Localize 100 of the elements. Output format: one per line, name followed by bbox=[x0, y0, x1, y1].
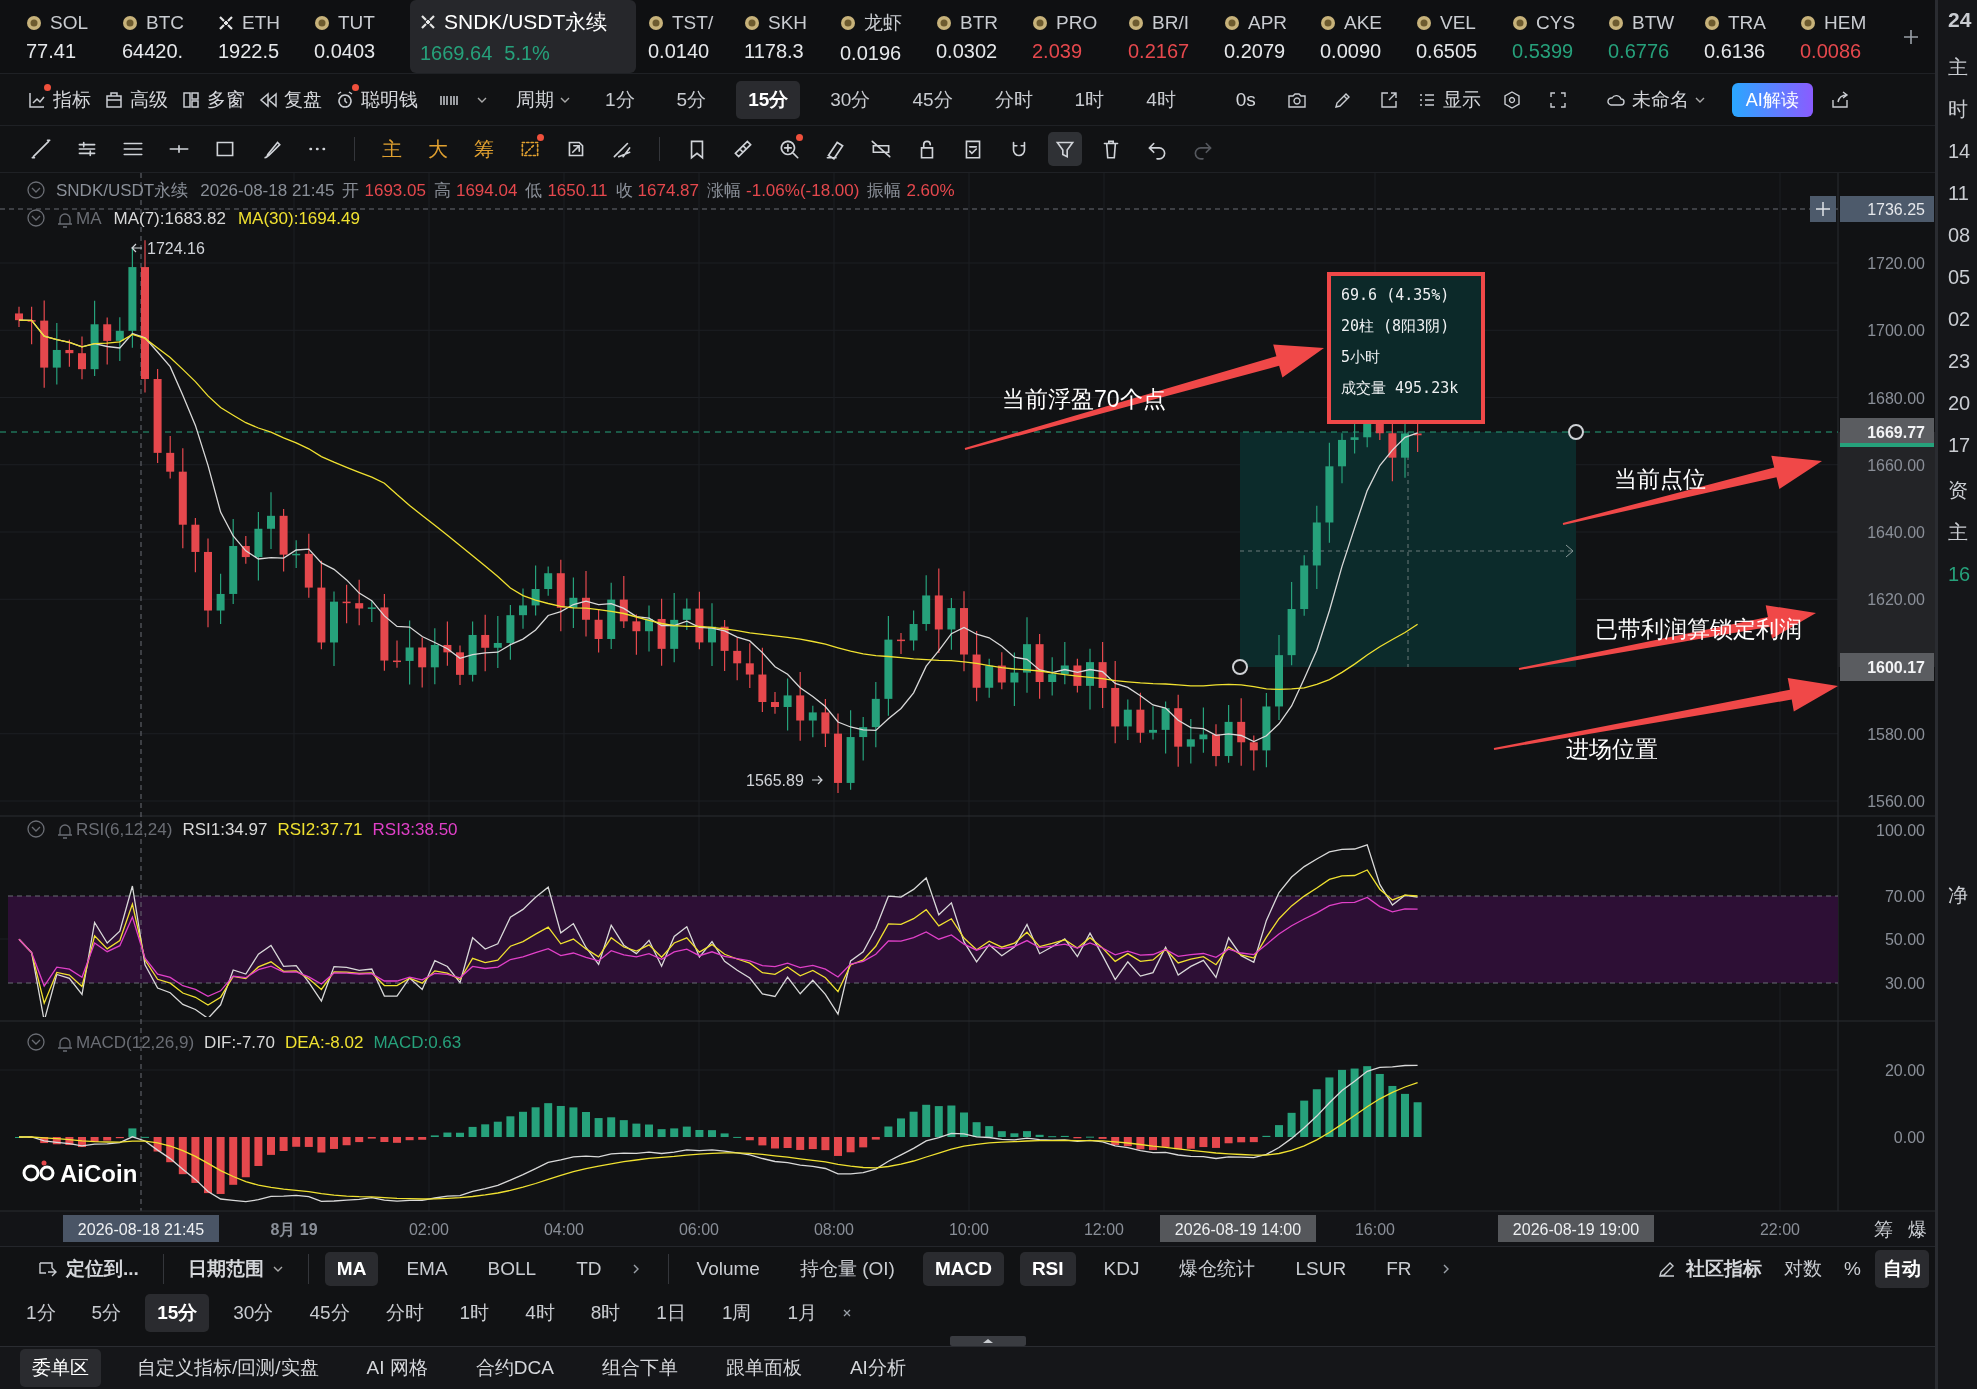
ticker-item[interactable]: HEM 0.0086 bbox=[1800, 10, 1896, 63]
scale-option[interactable]: 自动 bbox=[1875, 1249, 1929, 1288]
indicator-tab[interactable]: Volume bbox=[684, 1251, 772, 1286]
indicator-tab[interactable]: 爆仓统计 bbox=[1167, 1249, 1268, 1288]
toolbar-button[interactable]: 复盘 bbox=[257, 86, 322, 113]
indicator-tab[interactable]: MACD bbox=[922, 1251, 1004, 1286]
scale-option[interactable]: % bbox=[1836, 1251, 1869, 1286]
ticker-price: 1669.64 bbox=[420, 42, 493, 65]
indicator-tab[interactable]: FR bbox=[1374, 1251, 1424, 1286]
toolbar-button[interactable]: 多窗 bbox=[180, 86, 245, 113]
ticker-name: BTW bbox=[1632, 12, 1675, 34]
period-tab[interactable]: 1月 bbox=[775, 1294, 830, 1333]
ticker-price: 0.6776 bbox=[1608, 40, 1670, 63]
period-tab[interactable]: 4时 bbox=[513, 1294, 567, 1333]
ticker-item[interactable]: APR 0.2079 bbox=[1224, 10, 1320, 63]
locate-button[interactable]: 定位到... bbox=[28, 1255, 147, 1282]
period-tab[interactable]: 1时 bbox=[1062, 80, 1117, 119]
ticker-item[interactable]: TUT 0.0403 bbox=[314, 10, 410, 63]
indicator-tool[interactable]: 大 bbox=[421, 132, 455, 167]
ticker-item[interactable]: TST/ 0.0140 bbox=[648, 10, 744, 63]
period-tab[interactable]: 1日 bbox=[644, 1294, 698, 1333]
period-tab[interactable]: 分时 bbox=[373, 1294, 436, 1333]
period-tab[interactable]: 45分 bbox=[900, 80, 965, 119]
period-tab[interactable]: 1分 bbox=[14, 1294, 68, 1333]
period-tab[interactable]: 5分 bbox=[664, 80, 719, 119]
period-tab[interactable]: 15分 bbox=[145, 1294, 210, 1333]
panel-tab[interactable]: 自定义指标/回测/实盘 bbox=[125, 1348, 331, 1387]
ticker-item[interactable]: VEL 0.6505 bbox=[1416, 10, 1512, 63]
price-label: 1736.25 bbox=[1840, 195, 1934, 222]
ticker-item[interactable]: SOL 77.41 bbox=[26, 10, 122, 63]
side-panel-text: 02 bbox=[1948, 307, 1972, 332]
ticker-price: 0.0403 bbox=[314, 40, 376, 63]
ticker-change: 5.1% bbox=[504, 42, 550, 65]
period-tab[interactable]: 30分 bbox=[818, 80, 883, 119]
period-tab[interactable]: 1分 bbox=[593, 80, 647, 119]
ticker-name: HEM bbox=[1824, 12, 1867, 34]
price-tick: 1720.00 bbox=[1867, 254, 1925, 272]
indicator-tab[interactable]: RSI bbox=[1019, 1251, 1076, 1286]
panel-tab[interactable]: AI 网格 bbox=[354, 1348, 440, 1387]
panel-tab[interactable]: 委单区 bbox=[20, 1348, 101, 1387]
ticker-item[interactable]: AKE 0.0090 bbox=[1320, 10, 1416, 63]
ticker-item[interactable]: SNDK/USDT永续 1669.64 5.1% bbox=[410, 0, 636, 73]
indicator-tab[interactable]: LSUR bbox=[1283, 1251, 1359, 1286]
rsi-tick: 100.00 bbox=[1876, 821, 1925, 839]
period-tab[interactable]: 1周 bbox=[709, 1294, 764, 1333]
display-button[interactable]: 显示 bbox=[1415, 86, 1481, 113]
time-tick: 08:00 bbox=[814, 1220, 854, 1238]
side-panel-text: 资 bbox=[1948, 478, 1969, 503]
ticker-name: BR/I bbox=[1152, 12, 1189, 34]
indicator-tab[interactable]: TD bbox=[564, 1251, 614, 1286]
axis-toggle[interactable]: 爆 bbox=[1907, 1218, 1927, 1240]
macd-readout: MACD(12,26,9) DIF:-7.70 DEA:-8.02 MACD:0.63 bbox=[76, 1032, 462, 1052]
ticker-item[interactable]: ETH 1922.5 bbox=[218, 10, 314, 63]
price-tick: 1620.00 bbox=[1867, 591, 1925, 608]
indicator-tab[interactable]: BOLL bbox=[475, 1251, 549, 1286]
layout-dropdown[interactable]: 未命名 bbox=[1604, 86, 1706, 113]
ticker-item[interactable]: BTR 0.0302 bbox=[936, 10, 1032, 63]
ticker-item[interactable]: BTC 64420. bbox=[122, 10, 218, 63]
scale-option[interactable]: 对数 bbox=[1776, 1249, 1831, 1288]
ticker-item[interactable]: 龙虾 0.0196 bbox=[840, 8, 936, 65]
indicator-tab[interactable]: 持仓量 (OI) bbox=[787, 1249, 907, 1288]
panel-tab[interactable]: AI分析 bbox=[837, 1348, 918, 1387]
toolbar-button[interactable]: 指标 bbox=[26, 86, 91, 113]
panel-tab[interactable]: 合约DCA bbox=[463, 1348, 566, 1387]
period-tab[interactable]: 4时 bbox=[1134, 80, 1188, 119]
axis-toggle[interactable]: 筹 bbox=[1873, 1218, 1893, 1240]
rsi-tick: 30.00 bbox=[1884, 974, 1925, 992]
ticker-item[interactable]: SKH 1178.3 bbox=[744, 10, 840, 63]
ticker-item[interactable]: CYS 0.5399 bbox=[1512, 10, 1608, 63]
indicator-tab[interactable]: KDJ bbox=[1091, 1251, 1152, 1286]
period-tab[interactable]: 30分 bbox=[221, 1294, 286, 1333]
date-range-dropdown[interactable]: 日期范围 bbox=[179, 1255, 292, 1282]
toolbar-button[interactable]: 聪明钱 bbox=[334, 86, 418, 113]
indicator-tab[interactable]: MA bbox=[324, 1251, 379, 1286]
period-tab[interactable]: 1时 bbox=[447, 1294, 502, 1333]
indicator-tool[interactable]: 筹 bbox=[467, 132, 501, 167]
side-panel-text: 16 bbox=[1948, 562, 1972, 587]
toolbar-button[interactable]: 高级 bbox=[103, 86, 168, 113]
period-tab[interactable]: 45分 bbox=[297, 1294, 362, 1333]
ticker-price: 2.039 bbox=[1032, 40, 1083, 63]
indicator-tool[interactable]: 主 bbox=[375, 132, 409, 167]
period-tab[interactable]: 15分 bbox=[736, 80, 801, 119]
ticker-price: 64420. bbox=[122, 40, 184, 63]
ticker-price: 0.2167 bbox=[1128, 40, 1190, 63]
ticker-item[interactable]: TRA 0.6136 bbox=[1704, 10, 1800, 63]
panel-tab[interactable]: 组合下单 bbox=[589, 1348, 690, 1387]
ticker-item[interactable]: PRO 2.039 bbox=[1032, 10, 1128, 63]
ticker-item[interactable]: BTW 0.6776 bbox=[1608, 10, 1704, 63]
indicator-tab[interactable]: EMA bbox=[394, 1251, 460, 1286]
period-tab[interactable]: 5分 bbox=[79, 1294, 134, 1333]
ticker-name: ETH bbox=[242, 12, 280, 34]
period-dropdown[interactable]: 周期 bbox=[516, 86, 571, 113]
ticker-name: CYS bbox=[1536, 12, 1576, 34]
period-tab[interactable]: 8时 bbox=[578, 1294, 633, 1333]
community-indicators-button[interactable]: 社区指标 bbox=[1648, 1255, 1771, 1282]
panel-tab[interactable]: 跟单面板 bbox=[713, 1348, 814, 1387]
ticker-item[interactable]: BR/I 0.2167 bbox=[1128, 10, 1224, 63]
side-panel-text: 17 bbox=[1948, 433, 1972, 458]
period-tab[interactable]: 分时 bbox=[982, 80, 1045, 119]
time-tick: 02:00 bbox=[409, 1220, 449, 1238]
